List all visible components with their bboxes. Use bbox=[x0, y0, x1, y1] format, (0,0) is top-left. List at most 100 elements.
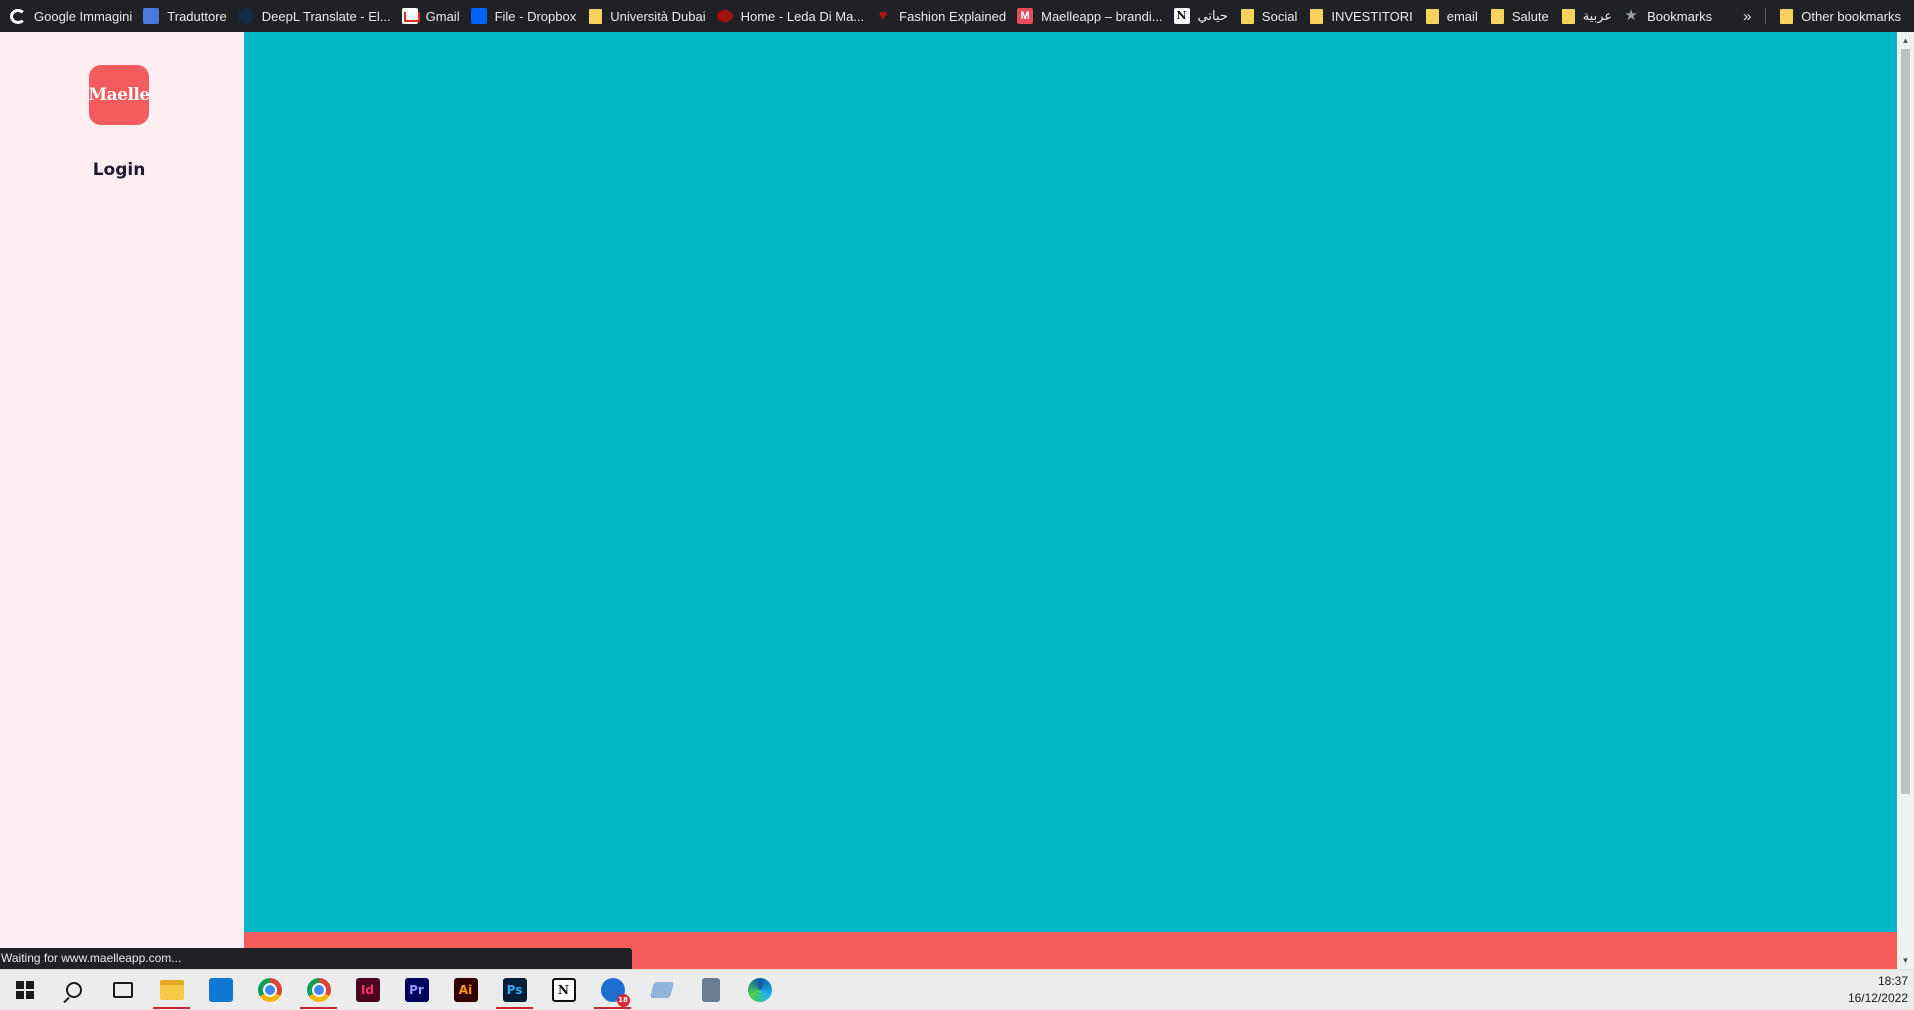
bookmark-maelleapp[interactable]: M Maelleapp – brandi... bbox=[1013, 4, 1169, 28]
clock-time: 18:37 bbox=[1877, 974, 1908, 988]
bookmarks-bar: Google Immagini Traduttore DeepL Transla… bbox=[0, 0, 1914, 32]
bookmark-dropbox[interactable]: File - Dropbox bbox=[467, 4, 584, 28]
thunderbird-button[interactable]: 18 bbox=[588, 970, 637, 1010]
search-icon bbox=[65, 982, 82, 998]
bookmark-label: Traduttore bbox=[167, 8, 227, 24]
notion-button[interactable]: N bbox=[539, 970, 588, 1010]
thunderbird-icon: 18 bbox=[600, 978, 630, 1007]
translate-icon bbox=[143, 8, 160, 24]
bookmark-label: DeepL Translate - El... bbox=[261, 8, 391, 24]
more-bookmarks-chevron-icon[interactable]: » bbox=[1733, 4, 1761, 28]
bookmark-gmail[interactable]: Gmail bbox=[398, 4, 467, 28]
bookmark-label: Other bookmarks bbox=[1801, 8, 1901, 24]
bookmark-folder-salute[interactable]: Salute bbox=[1485, 4, 1556, 28]
bookmark-bookmarks[interactable]: ★ Bookmarks bbox=[1619, 4, 1719, 28]
file-explorer-icon bbox=[159, 980, 184, 1000]
windows-start-icon bbox=[15, 981, 34, 999]
bookmark-label: INVESTITORI bbox=[1331, 8, 1413, 24]
bookmark-label: Fashion Explained bbox=[899, 8, 1007, 24]
heart-icon: ♥ bbox=[878, 7, 888, 24]
bookmark-folder-email[interactable]: email bbox=[1420, 4, 1485, 28]
bookmark-other-bookmarks[interactable]: Other bookmarks bbox=[1774, 4, 1908, 28]
folder-icon bbox=[1780, 8, 1794, 24]
premiere-button[interactable]: Pr bbox=[392, 970, 441, 1010]
folder-icon bbox=[1310, 8, 1324, 24]
indesign-icon: Id bbox=[355, 978, 380, 1002]
chrome-profile-button[interactable] bbox=[294, 970, 343, 1010]
status-bubble: Waiting for www.maelleapp.com... bbox=[0, 948, 632, 969]
file-explorer-button[interactable] bbox=[147, 970, 196, 1010]
folder-icon bbox=[589, 8, 603, 24]
eraser-icon bbox=[649, 982, 674, 998]
notion-icon: N bbox=[551, 978, 576, 1002]
folder-icon bbox=[1425, 8, 1439, 24]
clock-date: 16/12/2022 bbox=[1847, 991, 1908, 1005]
bookmark-label: Gmail bbox=[425, 8, 460, 24]
bookmark-label: حياتي bbox=[1197, 8, 1228, 23]
eraser-app-button[interactable] bbox=[637, 970, 686, 1010]
notification-badge: 18 bbox=[616, 994, 630, 1007]
task-view-button[interactable] bbox=[98, 970, 147, 1010]
maelle-icon: M bbox=[1017, 8, 1034, 24]
search-button[interactable] bbox=[49, 970, 98, 1010]
vertical-scrollbar[interactable]: ▲ ▼ bbox=[1897, 32, 1914, 969]
windows-taskbar: Id Pr Ai Ps N 18 18:37 16/12/2022 bbox=[0, 969, 1914, 1010]
start-button[interactable] bbox=[0, 970, 49, 1010]
bookmark-google-immagini[interactable]: Google Immagini bbox=[6, 4, 139, 28]
illustrator-icon: Ai bbox=[453, 978, 478, 1002]
bookmark-label: عربية bbox=[1582, 8, 1613, 23]
bookmark-label: Maelleapp – brandi... bbox=[1041, 8, 1163, 24]
star-icon: ★ bbox=[1624, 7, 1638, 24]
scroll-thumb[interactable] bbox=[1901, 49, 1910, 794]
bookmark-leda[interactable]: Home - Leda Di Ma... bbox=[713, 4, 872, 28]
leda-icon bbox=[716, 10, 733, 22]
calculator-icon bbox=[701, 978, 720, 1002]
scroll-down-arrow-icon[interactable]: ▼ bbox=[1897, 952, 1914, 969]
edge-button[interactable] bbox=[735, 970, 784, 1010]
notion-icon: N bbox=[1173, 8, 1190, 24]
scroll-up-arrow-icon[interactable]: ▲ bbox=[1897, 32, 1914, 49]
bookmark-label: File - Dropbox bbox=[494, 8, 577, 24]
premiere-icon: Pr bbox=[404, 978, 429, 1002]
bookmark-label: Home - Leda Di Ma... bbox=[740, 8, 865, 24]
bookmarks-divider bbox=[1765, 8, 1767, 24]
maelle-logo[interactable]: Maelle bbox=[88, 65, 150, 125]
illustrator-button[interactable]: Ai bbox=[441, 970, 490, 1010]
bookmark-label: Salute bbox=[1511, 8, 1549, 24]
bookmark-folder-universita-dubai[interactable]: Università Dubai bbox=[583, 4, 712, 28]
bookmark-hayati[interactable]: N حياتي bbox=[1170, 4, 1235, 28]
photoshop-icon: Ps bbox=[502, 978, 527, 1002]
indesign-button[interactable]: Id bbox=[343, 970, 392, 1010]
deepl-icon bbox=[237, 8, 254, 24]
chrome-icon bbox=[257, 978, 282, 1002]
bookmark-fashion-explained[interactable]: ♥ Fashion Explained bbox=[871, 4, 1013, 28]
bookmark-traduttore[interactable]: Traduttore bbox=[139, 4, 234, 28]
bookmark-label: Social bbox=[1261, 8, 1298, 24]
folder-icon bbox=[1240, 8, 1254, 24]
bookmark-label: Google Immagini bbox=[34, 8, 133, 24]
task-view-icon bbox=[112, 982, 133, 998]
sidebar: Maelle Login bbox=[0, 32, 244, 969]
chrome-button[interactable] bbox=[245, 970, 294, 1010]
system-clock[interactable]: 18:37 16/12/2022 bbox=[1848, 973, 1908, 1007]
dropbox-icon bbox=[470, 8, 487, 24]
photoshop-button[interactable]: Ps bbox=[490, 970, 539, 1010]
chrome-profile-icon bbox=[306, 978, 331, 1002]
gmail-icon bbox=[401, 8, 420, 24]
login-link[interactable]: Login bbox=[0, 160, 238, 180]
bookmark-label: Bookmarks bbox=[1647, 8, 1713, 24]
bookmark-folder-social[interactable]: Social bbox=[1235, 4, 1304, 28]
mail-icon bbox=[208, 978, 233, 1002]
edge-icon bbox=[747, 978, 772, 1002]
bookmark-deepl[interactable]: DeepL Translate - El... bbox=[234, 4, 398, 28]
google-icon bbox=[10, 8, 26, 24]
mail-button[interactable] bbox=[196, 970, 245, 1010]
page-viewport: Maelle Login ▲ ▼ bbox=[0, 32, 1914, 969]
bookmark-folder-arabiya[interactable]: عربية bbox=[1556, 4, 1619, 28]
main-content-area bbox=[244, 32, 1897, 932]
calculator-button[interactable] bbox=[686, 970, 735, 1010]
folder-icon bbox=[1561, 8, 1575, 24]
bookmark-folder-investitori[interactable]: INVESTITORI bbox=[1304, 4, 1419, 28]
folder-icon bbox=[1490, 8, 1504, 24]
bookmark-label: Università Dubai bbox=[610, 8, 706, 24]
